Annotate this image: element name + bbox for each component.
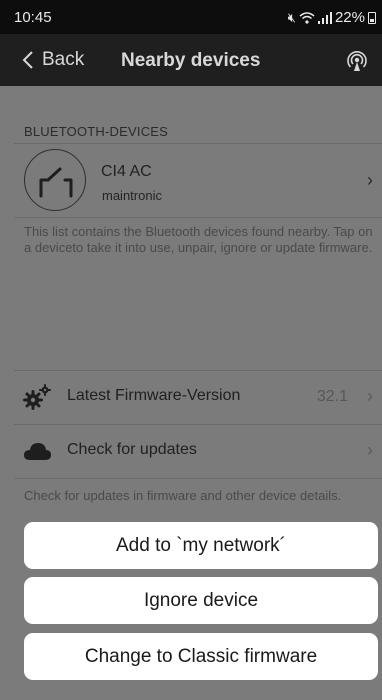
chevron-left-icon xyxy=(22,51,33,69)
ignore-device-button[interactable]: Ignore device xyxy=(24,577,378,624)
signal-icon xyxy=(317,11,332,24)
battery-percent: 22% xyxy=(334,9,365,26)
device-list-hint: This list contains the Bluetooth devices… xyxy=(24,224,373,255)
beacon-icon[interactable] xyxy=(346,50,368,72)
status-icons: 🔇︎ 22% xyxy=(288,9,376,26)
device-row[interactable]: CI4 AC maintronic › xyxy=(0,143,382,217)
add-to-network-button[interactable]: Add to `my network´ xyxy=(24,522,378,569)
updates-hint: Check for updates in firmware and other … xyxy=(24,488,342,503)
back-button[interactable]: Back xyxy=(22,49,84,71)
latest-firmware-value: 32.1 xyxy=(316,388,348,405)
battery-icon xyxy=(368,11,376,24)
change-to-classic-firmware-button[interactable]: Change to Classic firmware xyxy=(24,633,378,680)
device-name: CI4 AC xyxy=(101,163,152,180)
section-header-bluetooth: BLUETOOTH-DEVICES xyxy=(24,124,169,139)
check-updates-row[interactable]: Check for updates › xyxy=(0,424,382,478)
latest-firmware-row[interactable]: Latest Firmware-Version 32.1 › xyxy=(0,370,382,424)
wifi-icon xyxy=(299,11,315,24)
status-bar: 10:45 🔇︎ 22% xyxy=(0,0,382,34)
chevron-right-icon: › xyxy=(367,386,373,406)
mute-icon: 🔇︎ xyxy=(287,9,296,25)
divider xyxy=(14,478,382,479)
check-updates-label: Check for updates xyxy=(67,441,197,458)
page-title: Nearby devices xyxy=(121,50,261,71)
nav-bar: Back Nearby devices xyxy=(0,34,382,86)
cloud-icon xyxy=(24,443,51,460)
status-time: 10:45 xyxy=(14,9,52,26)
device-manufacturer: maintronic xyxy=(102,188,162,203)
gears-icon xyxy=(23,384,51,410)
latest-firmware-label: Latest Firmware-Version xyxy=(67,387,241,404)
divider xyxy=(14,217,382,218)
chevron-right-icon: › xyxy=(367,170,373,190)
chevron-right-icon: › xyxy=(367,440,373,460)
device-avatar xyxy=(24,149,86,211)
back-label: Back xyxy=(42,49,85,70)
switch-icon xyxy=(39,167,73,198)
